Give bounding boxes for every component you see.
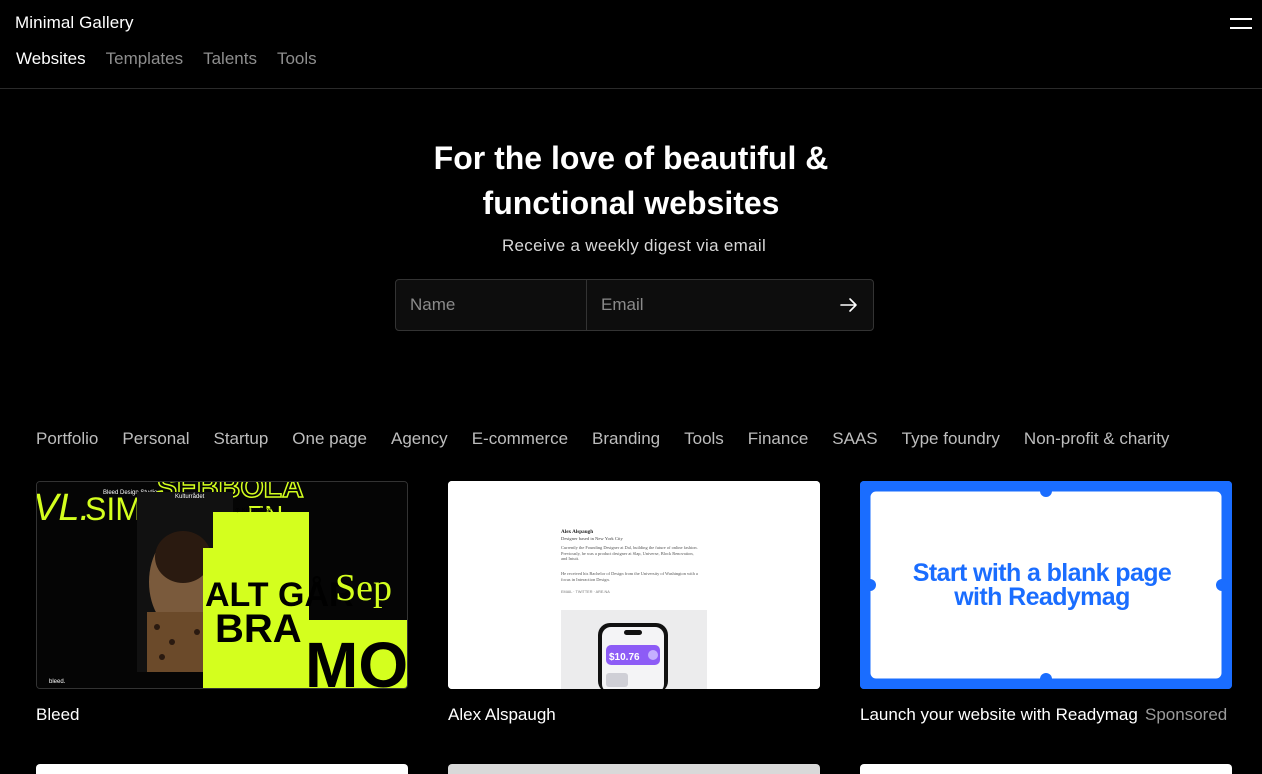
site-card-bleed[interactable]: VL. SIM SEBBOLA EN Bleed Design Studio K… [36, 481, 408, 689]
nav-templates[interactable]: Templates [106, 49, 183, 69]
category-type-foundry[interactable]: Type foundry [902, 429, 1000, 448]
hero-title-line1: For the love of beautiful & [433, 140, 829, 176]
site-card-next-1[interactable] [36, 764, 408, 774]
top-bar: Minimal Gallery Websites Templates Talen… [0, 0, 1262, 89]
bleed-graphic-bra: BRA [215, 607, 302, 651]
bleed-logo-text: bleed. [49, 679, 66, 685]
email-input[interactable] [587, 280, 825, 330]
nav-talents[interactable]: Talents [203, 49, 257, 69]
site-card-alex-alspaugh[interactable]: Alex Alspaugh Designer based in New York… [448, 481, 820, 689]
category-finance[interactable]: Finance [748, 429, 808, 448]
nav-websites[interactable]: Websites [16, 49, 86, 69]
card-title-readymag[interactable]: Launch your website with Readymag [860, 705, 1148, 725]
category-portfolio[interactable]: Portfolio [36, 429, 98, 448]
category-filter-bar: Portfolio Personal Startup One page Agency E-… [36, 429, 1193, 449]
category-ecommerce[interactable]: E-commerce [472, 429, 568, 448]
submit-arrow-button[interactable] [825, 280, 873, 330]
card-title-bleed[interactable]: Bleed [36, 705, 79, 725]
hero-title: For the love of beautiful & functional w… [0, 136, 1262, 226]
bleed-graphic-sep: Sep [335, 567, 392, 609]
bleed-badge: Kulturrådet [175, 493, 205, 500]
name-input[interactable] [396, 280, 587, 330]
alex-preview-para1: Currently the Founding Designer at Dal, … [561, 545, 698, 562]
bleed-graphic-v: VL. [37, 487, 90, 529]
hero-title-line2: functional websites [482, 185, 780, 221]
alex-phone-price: $10.76 [609, 652, 640, 663]
site-card-next-3[interactable] [860, 764, 1232, 774]
category-personal[interactable]: Personal [122, 429, 189, 448]
bleed-preview-image: VL. SIM SEBBOLA EN Bleed Design Studio K… [37, 482, 408, 689]
category-tools[interactable]: Tools [684, 429, 724, 448]
main-nav: Websites Templates Talents Tools [16, 49, 337, 69]
newsletter-form [395, 279, 874, 331]
readymag-headline-line2: with Readymag [953, 583, 1130, 611]
arrow-right-icon [840, 298, 857, 312]
alex-preview-para2: He received his Bachelor of Design from … [561, 571, 698, 582]
category-branding[interactable]: Branding [592, 429, 660, 448]
category-one-page[interactable]: One page [292, 429, 367, 448]
menu-icon[interactable] [1230, 17, 1252, 31]
category-agency[interactable]: Agency [391, 429, 448, 448]
svg-text:⊕ Kulturrådet: ⊕ Kulturrådet [235, 507, 271, 514]
category-saas[interactable]: SAAS [832, 429, 877, 448]
category-non-profit[interactable]: Non-profit & charity [1024, 429, 1170, 448]
card-title-alex-alspaugh[interactable]: Alex Alspaugh [448, 705, 556, 725]
site-card-readymag-sponsored[interactable]: Start with a blank page with Readymag [860, 481, 1232, 689]
site-logo[interactable]: Minimal Gallery [15, 13, 134, 33]
alex-preview-links: EMAIL · TWITTER · ARE.NA [561, 590, 610, 594]
sponsored-badge: Sponsored [1145, 705, 1228, 724]
alex-preview-name: Alex Alspaugh [561, 529, 593, 535]
category-startup[interactable]: Startup [213, 429, 268, 448]
bleed-graphic-sim: SIM [85, 491, 142, 527]
nav-tools[interactable]: Tools [277, 49, 317, 69]
hero-subtitle: Receive a weekly digest via email [501, 236, 767, 255]
readymag-preview-image: Start with a blank page with Readymag [860, 481, 1232, 689]
bleed-graphic-mon: MON [305, 629, 408, 689]
site-card-next-2[interactable] [448, 764, 820, 774]
alex-preview-tagline: Designer based in New York City [561, 536, 623, 541]
alex-preview-image: Alex Alspaugh Designer based in New York… [448, 481, 820, 689]
